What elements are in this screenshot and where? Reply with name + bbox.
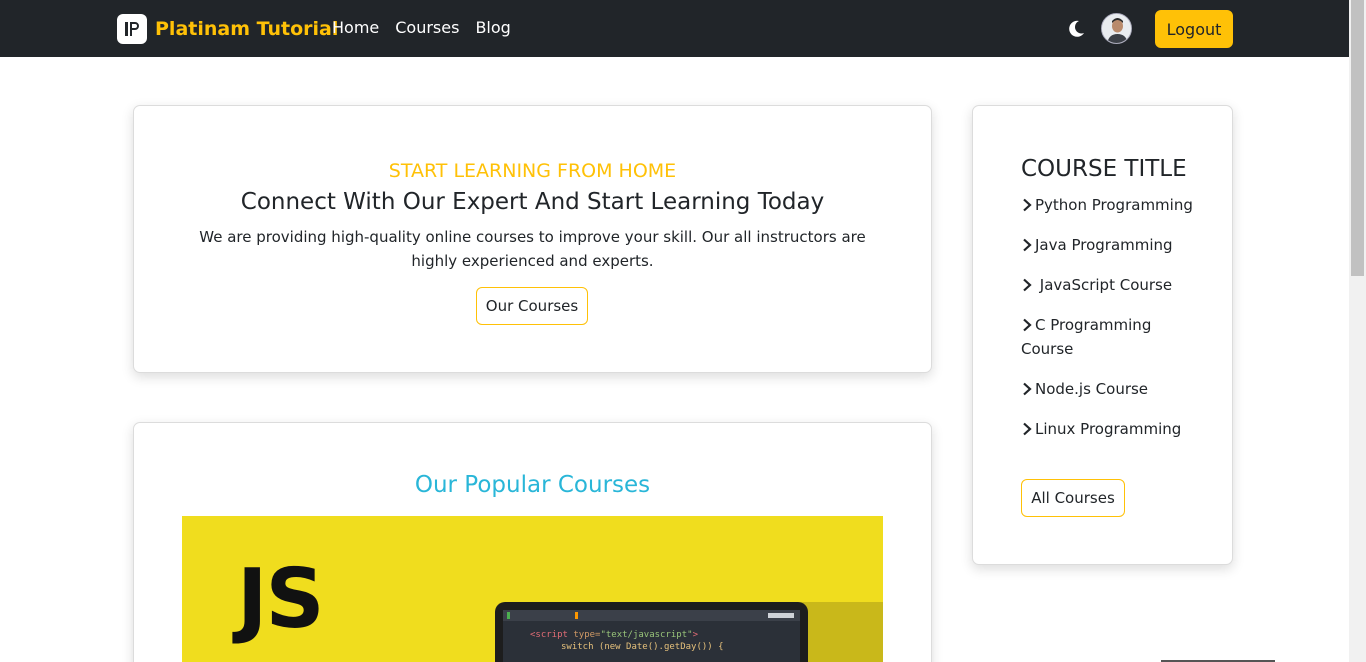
course-label: Python Programming [1035,196,1193,214]
brand-name: Platinam Tutorial [155,18,339,40]
course-label: JavaScript Course [1035,276,1173,294]
logout-button[interactable]: Logout [1155,10,1233,48]
course-label: C Programming Course [1021,316,1152,358]
js-logo: JS [237,552,325,647]
code-line-1: <script type="text/javascript"> [530,630,698,640]
javascript-course-banner[interactable]: JS <script type="text/javascript"> switc… [182,516,883,662]
moon-icon[interactable] [1066,19,1086,39]
our-courses-button[interactable]: Our Courses [476,287,588,325]
hero-eyebrow: START LEARNING FROM HOME [388,160,677,182]
code-tag: <script [530,630,574,640]
hero-description: We are providing high-quality online cou… [199,228,866,270]
course-label: Node.js Course [1035,380,1149,398]
nav-links: Home Courses Blog [332,18,527,37]
laptop-illustration: <script type="text/javascript"> switch (… [495,602,808,662]
user-avatar[interactable] [1101,13,1132,44]
brand-link[interactable]: Platinam Tutorial [117,14,338,44]
laptop-screen: <script type="text/javascript"> switch (… [503,610,800,662]
course-item-nodejs[interactable]: Node.js Course [1021,377,1201,401]
top-navbar: Platinam Tutorial Home Courses Blog Logo… [0,0,1349,57]
popular-courses-card: Our Popular Courses JS <script type="tex… [133,422,932,662]
chevron-right-icon [1023,238,1032,252]
page-scrollbar[interactable] [1349,0,1366,662]
popular-courses-title: Our Popular Courses [414,472,651,498]
nav-link-home[interactable]: Home [332,18,379,37]
editor-tab-bar [503,610,800,621]
tab-marker-green [507,612,510,619]
code-tag-end: > [692,630,698,640]
course-label: Linux Programming [1035,420,1182,438]
chevron-right-icon [1023,198,1032,212]
scrollbar-thumb[interactable] [1351,0,1364,276]
all-courses-button[interactable]: All Courses [1021,479,1125,517]
sidebar-title: COURSE TITLE [1021,156,1187,182]
course-item-c[interactable]: C Programming Course [1021,313,1201,361]
nav-link-blog[interactable]: Blog [475,18,510,37]
course-item-python[interactable]: Python Programming [1021,193,1201,217]
hero-card: START LEARNING FROM HOME Connect With Ou… [133,105,932,373]
course-item-javascript[interactable]: JavaScript Course [1021,273,1201,297]
course-item-java[interactable]: Java Programming [1021,233,1201,257]
course-item-linux[interactable]: Linux Programming [1021,417,1201,441]
chevron-right-icon [1023,318,1032,332]
hero-title: Connect With Our Expert And Start Learni… [240,189,825,215]
chevron-right-icon [1023,422,1032,436]
code-value: "text/javascript" [600,630,693,640]
code-attr: type= [573,630,601,640]
course-sidebar: COURSE TITLE Python Programming Java Pro… [972,105,1233,565]
window-controls [768,613,794,618]
nav-link-courses[interactable]: Courses [395,18,459,37]
course-label: Java Programming [1035,236,1173,254]
code-line-2: switch (new Date().getDay()) { [561,642,724,652]
chevron-right-icon [1023,382,1032,396]
chevron-right-icon [1023,278,1032,292]
course-list: Python Programming Java Programming Java… [1021,193,1201,457]
brand-logo-icon [117,14,147,44]
tab-marker-orange [575,612,578,619]
